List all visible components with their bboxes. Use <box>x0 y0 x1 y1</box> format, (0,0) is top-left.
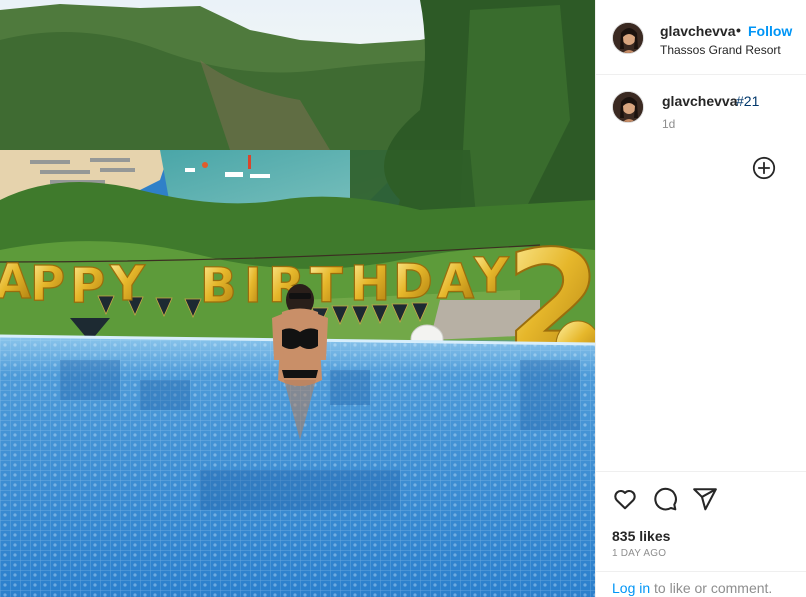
caption-hashtag[interactable]: #21 <box>736 93 759 109</box>
svg-text:A: A <box>0 254 31 310</box>
caption-age: 1d <box>662 117 676 131</box>
svg-text:D: D <box>393 254 433 310</box>
like-count[interactable]: 835 likes <box>612 528 670 544</box>
post-photo[interactable]: A P P Y B I R T H D A Y 2 <box>0 0 595 597</box>
post-image: A P P Y B I R T H D A Y 2 <box>0 0 595 597</box>
avatar-image <box>613 23 643 53</box>
plus-circle-icon[interactable] <box>752 156 776 180</box>
svg-text:Y: Y <box>109 256 146 312</box>
post-sidebar: glavchevva • Follow Thassos Grand Resort… <box>595 0 806 597</box>
follow-button[interactable]: Follow <box>748 23 792 39</box>
caption-comment: glavchevva #21 1d <box>596 75 806 195</box>
avatar-image <box>613 92 643 122</box>
caption-avatar[interactable] <box>612 91 644 123</box>
post-author-username[interactable]: glavchevva <box>660 23 736 39</box>
svg-text:T: T <box>310 258 343 314</box>
post-timestamp: 1 DAY AGO <box>612 548 667 559</box>
share-icon[interactable] <box>692 486 718 512</box>
comment-icon[interactable] <box>652 486 678 512</box>
post-location[interactable]: Thassos Grand Resort <box>660 43 781 57</box>
caption-username[interactable]: glavchevva <box>662 93 738 109</box>
post-actions: 835 likes 1 DAY AGO <box>596 471 806 571</box>
login-link[interactable]: Log in <box>612 580 650 596</box>
svg-text:I: I <box>244 258 262 314</box>
post-header: glavchevva • Follow Thassos Grand Resort <box>596 0 806 75</box>
svg-text:A: A <box>437 254 474 310</box>
svg-text:P: P <box>30 256 65 312</box>
svg-text:P: P <box>70 258 105 314</box>
heart-icon[interactable] <box>612 486 638 512</box>
login-prompt-text: to like or comment. <box>650 580 773 596</box>
svg-text:B: B <box>200 258 237 314</box>
avatar[interactable] <box>612 22 644 54</box>
svg-text:H: H <box>350 256 390 312</box>
login-prompt: Log in to like or comment. <box>596 571 806 597</box>
separator-dot: • <box>736 22 741 38</box>
